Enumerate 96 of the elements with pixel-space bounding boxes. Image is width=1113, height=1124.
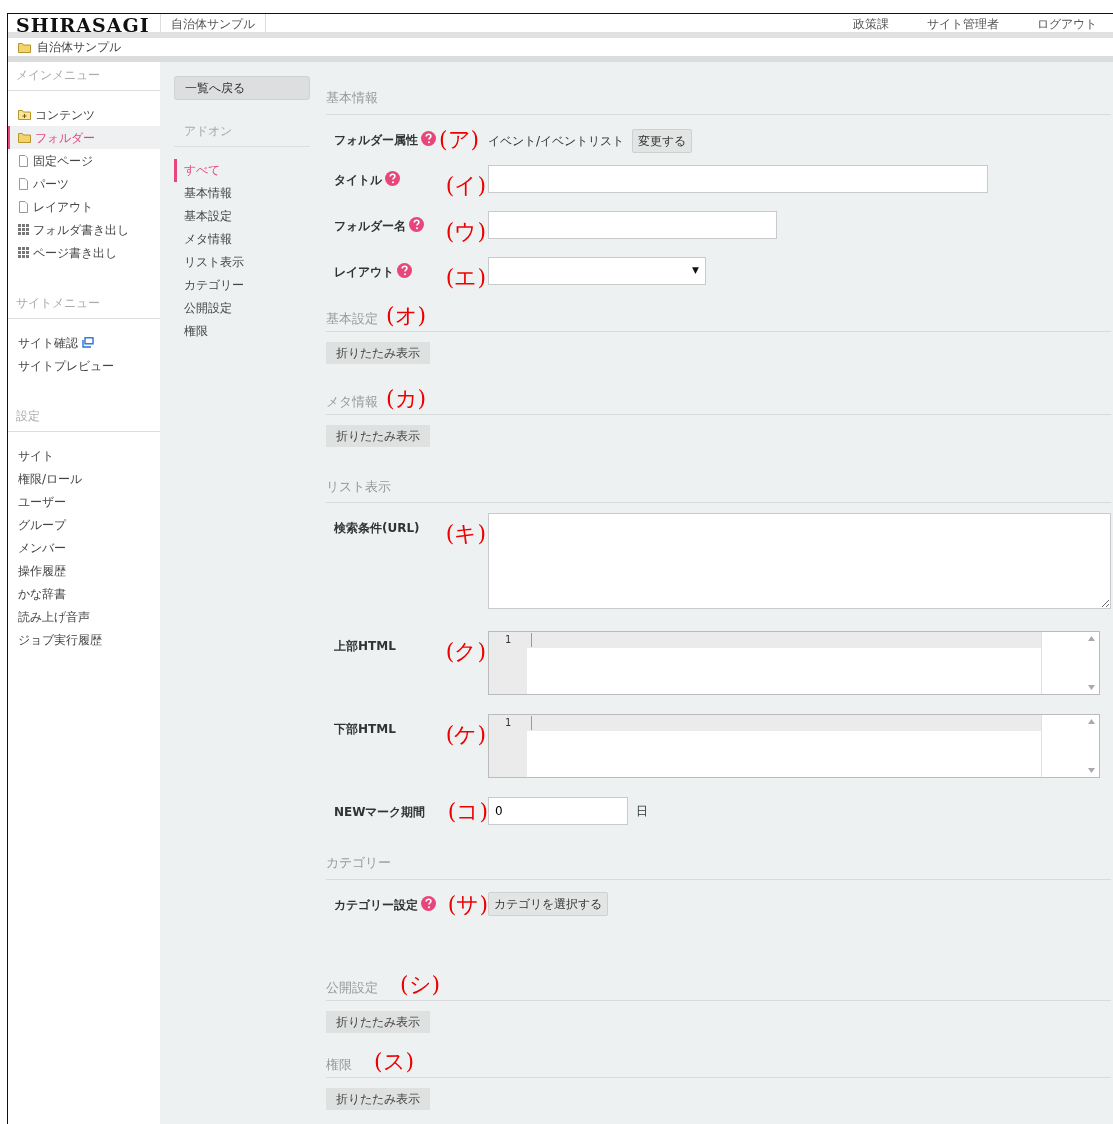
field-label: カテゴリー設定 — [334, 896, 418, 914]
annotation-label: (ア) — [439, 126, 480, 153]
breadcrumb-link[interactable]: 自治体サンプル — [37, 38, 121, 56]
sidebar-item[interactable]: 読み上げ音声 — [8, 605, 160, 628]
field-label: 検索条件(URL) — [334, 520, 420, 537]
collapse-button[interactable]: 折りたたみ表示 — [326, 424, 430, 447]
section-title: リスト表示 — [326, 477, 391, 496]
change-button[interactable]: 変更する — [632, 128, 693, 153]
scroll-up-icon — [1088, 636, 1095, 641]
page-icon — [18, 200, 29, 213]
annotation-label: (シ) — [400, 971, 441, 998]
section-title: 基本情報 — [326, 89, 378, 107]
text-field[interactable] — [488, 210, 777, 239]
text-area[interactable] — [488, 513, 1111, 609]
folder-icon — [18, 41, 31, 53]
select-field[interactable]: ▼ — [488, 256, 706, 285]
sidebar-item[interactable]: レイアウト — [8, 195, 160, 218]
sidebar-item[interactable]: サイトプレビュー — [8, 354, 160, 377]
line-number: 1 — [504, 716, 512, 730]
help-icon — [421, 130, 436, 146]
sidebar-item[interactable]: サイト — [8, 444, 160, 467]
grid-icon — [18, 247, 29, 258]
scroll-up-icon — [1088, 719, 1095, 724]
field-label: フォルダー属性 — [334, 131, 418, 149]
field-label: 上部HTML — [334, 638, 396, 655]
scroll-down-icon — [1088, 685, 1095, 690]
field-label: フォルダー名 — [334, 217, 406, 235]
window-icon — [82, 337, 94, 348]
annotation-label: (カ) — [386, 385, 427, 412]
collapse-button[interactable]: 折りたたみ表示 — [326, 1010, 430, 1033]
help-icon — [385, 170, 400, 186]
sidebar-item[interactable]: ジョブ実行履歴 — [8, 628, 160, 651]
field-label: タイトル — [334, 171, 382, 189]
section-title: 基本設定 — [326, 310, 378, 328]
subnav-item[interactable]: リスト表示 — [174, 251, 312, 274]
annotation-label: (イ) — [445, 172, 487, 199]
grid-icon — [18, 224, 29, 235]
sidebar-item[interactable]: かな辞書 — [8, 582, 160, 605]
annotation-label: (エ) — [445, 264, 487, 291]
scroll-down-icon — [1088, 768, 1095, 773]
help-icon — [421, 895, 436, 911]
logo: SHIRASAGI — [15, 14, 151, 32]
unit-label: 日 — [636, 803, 648, 820]
sidebar-item[interactable]: サイト確認 — [8, 331, 160, 354]
code-editor[interactable]: 1 — [488, 714, 1100, 778]
folder-icon — [18, 132, 31, 143]
field-label: レイアウト — [334, 263, 394, 281]
code-editor[interactable]: 1 — [488, 631, 1100, 695]
help-icon — [409, 216, 424, 232]
annotation-label: (サ) — [447, 891, 488, 918]
field-label: NEWマーク期間 — [334, 804, 426, 821]
header-link[interactable]: サイト管理者 — [927, 14, 999, 32]
sidebar-item[interactable]: 操作履歴 — [8, 559, 160, 582]
number-field[interactable]: 0 — [488, 797, 628, 825]
annotation-label: (キ) — [445, 521, 487, 547]
select-category-button[interactable]: カテゴリを選択する — [488, 891, 608, 916]
sidebar-item[interactable]: メンバー — [8, 536, 160, 559]
subnav-heading: アドオン — [174, 122, 310, 147]
section-title: 公開設定 — [326, 979, 378, 997]
sidebar-item[interactable]: パーツ — [8, 172, 160, 195]
header-link[interactable]: ログアウト — [1037, 14, 1097, 32]
line-number: 1 — [504, 633, 512, 647]
sidebar-item[interactable]: 固定ページ — [8, 149, 160, 172]
sidebar-item[interactable]: グループ — [8, 513, 160, 536]
section-title: メタ情報 — [326, 393, 378, 411]
annotation-label: (ウ) — [445, 218, 487, 245]
subnav-item[interactable]: 公開設定 — [174, 297, 312, 320]
help-icon — [397, 262, 412, 278]
text-field[interactable] — [488, 164, 988, 193]
subnav-item[interactable]: カテゴリー — [174, 274, 312, 297]
folder-icon — [18, 109, 31, 120]
page-icon — [18, 177, 29, 190]
attribute-value: イベント/イベントリスト — [488, 132, 625, 150]
page-icon — [18, 154, 29, 167]
sidebar-item[interactable]: ユーザー — [8, 490, 160, 513]
annotation-label: (ク) — [445, 639, 487, 665]
annotation-label: (コ) — [447, 799, 488, 825]
field-label: 下部HTML — [334, 721, 396, 738]
sidebar-item[interactable]: ページ書き出し — [8, 241, 160, 264]
collapse-button[interactable]: 折りたたみ表示 — [326, 341, 430, 364]
section-title: カテゴリー — [326, 854, 391, 872]
collapse-button[interactable]: 折りたたみ表示 — [326, 1087, 430, 1110]
back-button[interactable]: 一覧へ戻る — [174, 76, 310, 100]
annotation-label: (オ) — [386, 302, 427, 329]
subnav-item[interactable]: 基本設定 — [174, 205, 312, 228]
sidebar-item[interactable]: コンテンツ — [8, 103, 160, 126]
sidebar-item[interactable]: 権限/ロール — [8, 467, 160, 490]
subnav-item[interactable]: メタ情報 — [174, 228, 312, 251]
annotation-label: (ケ) — [445, 722, 487, 748]
section-title: 権限 — [326, 1056, 352, 1074]
annotation-label: (ス) — [374, 1048, 415, 1075]
sidebar-item[interactable]: フォルダ書き出し — [8, 218, 160, 241]
subnav-item[interactable]: 権限 — [174, 320, 312, 343]
header-link[interactable]: 政策課 — [853, 14, 889, 32]
subnav-item[interactable]: 基本情報 — [174, 182, 312, 205]
site-name-tab[interactable]: 自治体サンプル — [160, 14, 266, 32]
